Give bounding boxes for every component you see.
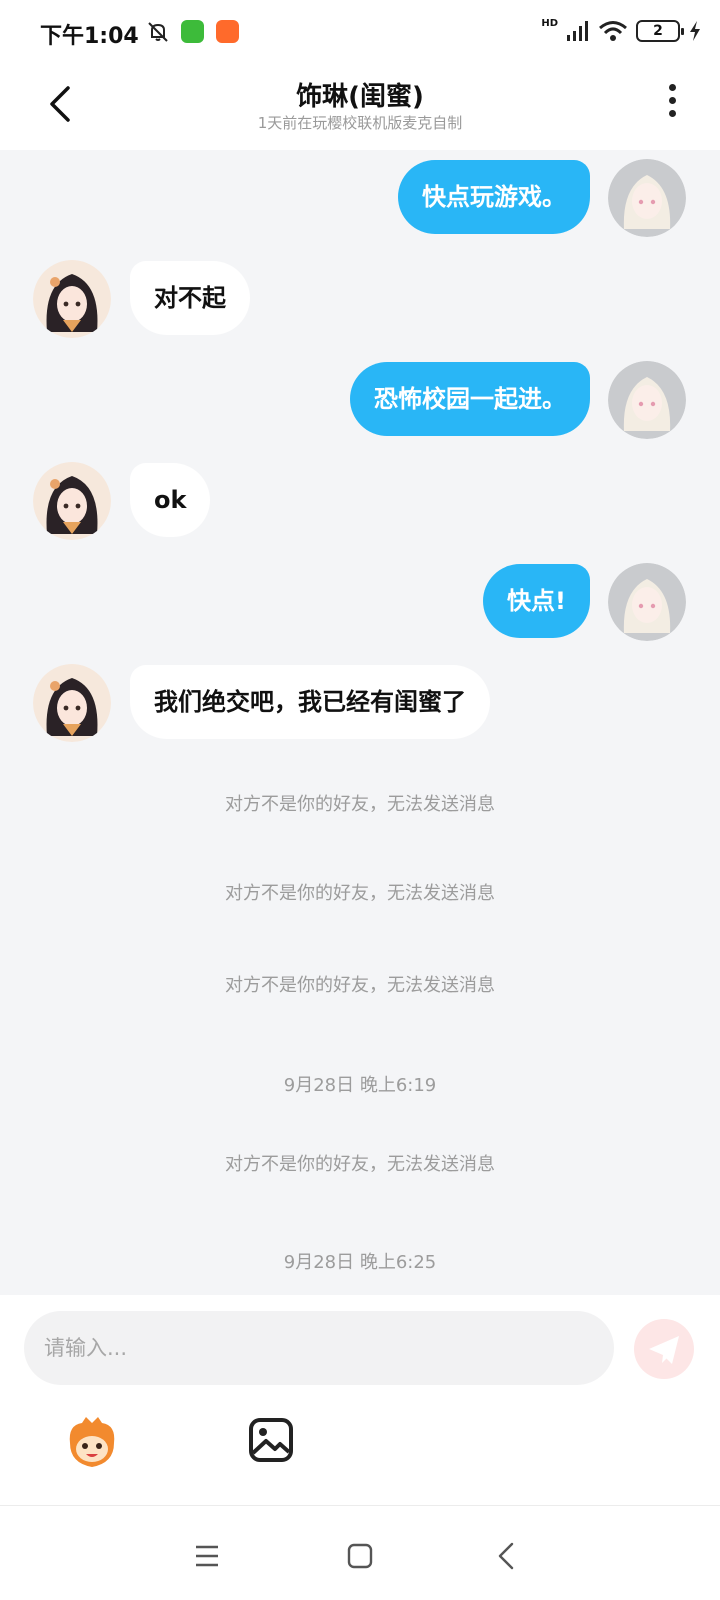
message-bubble-theirs[interactable]: 对不起 [130, 261, 250, 335]
back-icon[interactable] [488, 1536, 528, 1576]
contact-status: 1天前在玩樱校联机版麦克自制 [257, 114, 463, 132]
image-icon[interactable] [248, 1417, 294, 1463]
my-avatar[interactable] [608, 361, 686, 439]
system-nav-bar [0, 1505, 720, 1600]
message-bubble-mine[interactable]: 快点! [483, 564, 590, 638]
status-right: HD 2 [541, 17, 702, 42]
more-options-icon[interactable] [662, 84, 682, 124]
contact-name: 饰琳(闺蜜) [296, 82, 424, 112]
timestamp: 9月28日 晚上6:25 [283, 1252, 437, 1273]
send-button[interactable] [634, 1319, 694, 1379]
chat-header: 饰琳(闺蜜) 1天前在玩樱校联机版麦克自制 [0, 68, 720, 150]
signal-icon [567, 21, 588, 41]
chat-area[interactable]: 快点玩游戏。 对不起 恐怖校园一起进。 ok 快点! 我们绝交吧，我已经有闺蜜了… [0, 150, 720, 1295]
menu-icon[interactable] [187, 1536, 227, 1576]
message-row: 快点! [0, 563, 720, 643]
network-label: HD [541, 17, 558, 29]
send-icon [649, 1336, 679, 1364]
battery-icon: 2 [636, 20, 684, 42]
message-bubble-theirs[interactable]: ok [130, 463, 211, 537]
composer [0, 1295, 720, 1505]
message-row: 对不起 [0, 260, 720, 340]
system-notice: 对方不是你的好友，无法发送消息 [225, 794, 495, 815]
my-avatar[interactable] [608, 563, 686, 641]
message-row: ok [0, 462, 720, 542]
contact-avatar[interactable] [33, 664, 111, 742]
taobao-app-icon [216, 20, 239, 43]
wifi-icon [599, 21, 627, 41]
my-avatar[interactable] [608, 159, 686, 237]
message-bubble-mine[interactable]: 恐怖校园一起进。 [350, 362, 590, 436]
system-notice: 对方不是你的好友，无法发送消息 [225, 975, 495, 996]
message-row: 我们绝交吧，我已经有闺蜜了 [0, 664, 720, 744]
message-bubble-theirs[interactable]: 我们绝交吧，我已经有闺蜜了 [130, 665, 490, 739]
message-row: 恐怖校园一起进。 [0, 361, 720, 441]
charging-icon [690, 21, 700, 41]
system-notice: 对方不是你的好友，无法发送消息 [225, 883, 495, 904]
emoji-mascot-icon[interactable] [62, 1413, 122, 1473]
message-bubble-mine[interactable]: 快点玩游戏。 [398, 160, 590, 234]
mute-icon [148, 22, 168, 42]
status-bar: 下午1:04 HD 2 [0, 0, 720, 68]
contact-avatar[interactable] [33, 260, 111, 338]
wechat-app-icon [181, 20, 204, 43]
timestamp: 9月28日 晚上6:19 [283, 1075, 437, 1096]
message-row: 快点玩游戏。 [0, 159, 720, 239]
message-input[interactable] [24, 1311, 614, 1385]
system-notice: 对方不是你的好友，无法发送消息 [225, 1154, 495, 1175]
contact-avatar[interactable] [33, 462, 111, 540]
home-icon[interactable] [340, 1536, 380, 1576]
status-time: 下午1:04 [40, 24, 139, 49]
